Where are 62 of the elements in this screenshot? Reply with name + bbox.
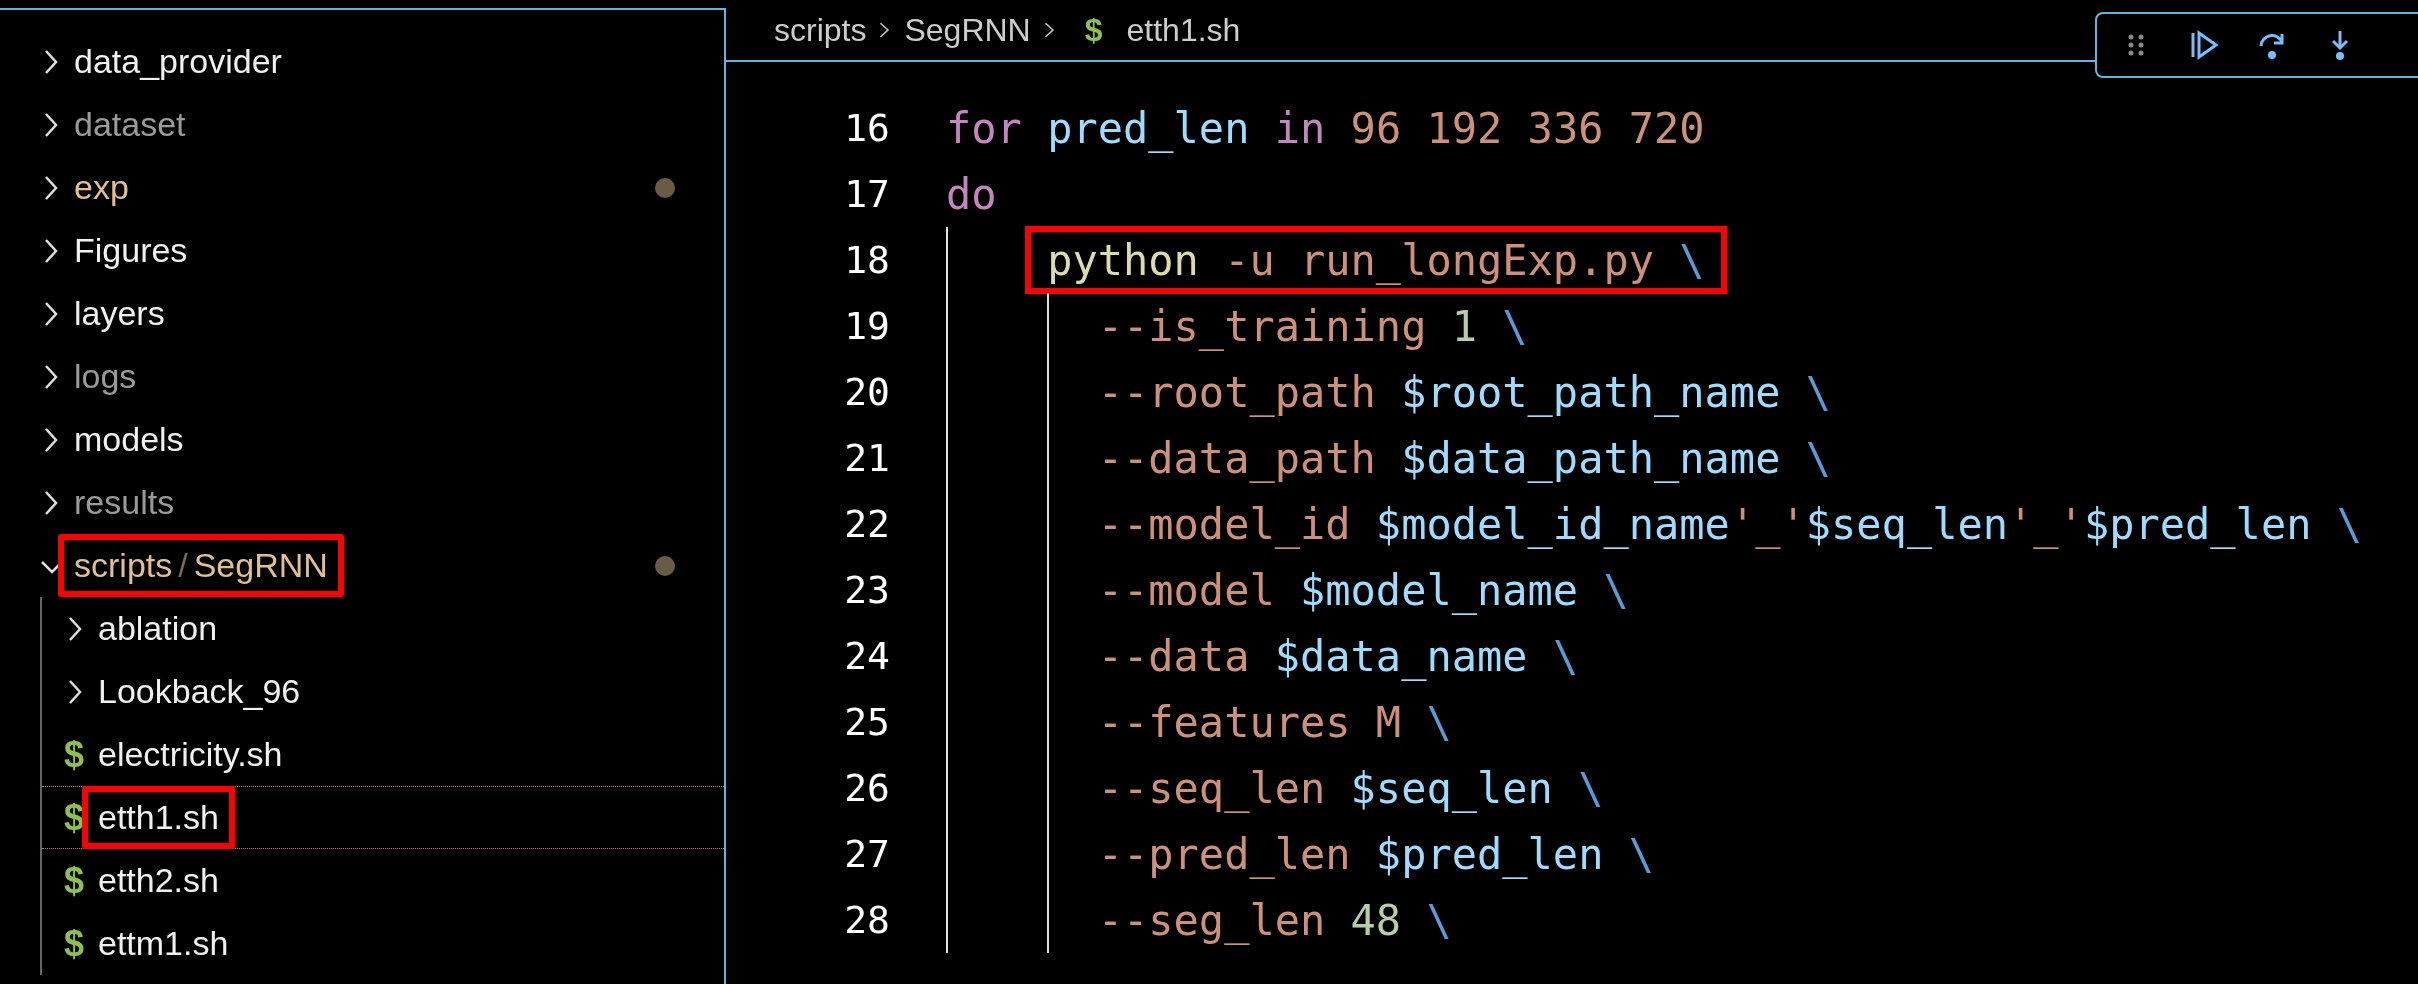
breadcrumb-item[interactable]: SegRNN xyxy=(904,11,1031,49)
code-line: --data $data_name \ xyxy=(1097,631,1579,681)
folder-name[interactable]: data_provider xyxy=(74,42,282,81)
line-number: 25 xyxy=(843,700,891,744)
tree-row[interactable]: exp xyxy=(0,156,724,219)
code-line: --is_training 1 \ xyxy=(1097,301,1528,351)
code-line: --model $model_name \ xyxy=(1097,565,1629,615)
line-number: 23 xyxy=(843,568,891,612)
folder-name[interactable]: Lookback_96 xyxy=(98,672,301,711)
tree-row[interactable]: $ ettm1.sh xyxy=(42,912,724,975)
line-number: 26 xyxy=(843,766,891,810)
code-line: --root_path $root_path_name \ xyxy=(1097,367,1831,417)
line-number: 22 xyxy=(843,502,891,546)
tree-row[interactable]: $ etth2.sh xyxy=(42,849,724,912)
shell-file-icon: $ xyxy=(1084,11,1103,49)
folder-name[interactable]: layers xyxy=(74,294,165,333)
code-line: --pred_len $pred_len \ xyxy=(1097,829,1654,879)
tree-row[interactable]: Lookback_96 xyxy=(42,660,724,723)
breadcrumb-item[interactable]: etth1.sh xyxy=(1126,11,1241,49)
tree-row[interactable]: Figures xyxy=(0,219,724,282)
folder-name[interactable]: Figures xyxy=(74,231,188,270)
path-separator: / xyxy=(178,546,188,585)
tree-row[interactable]: layers xyxy=(0,282,724,345)
line-number: 27 xyxy=(843,832,891,876)
breadcrumb-item[interactable]: scripts xyxy=(774,11,867,49)
line-number: 21 xyxy=(843,436,891,480)
tree-row[interactable]: $ etth1.sh xyxy=(42,786,724,849)
file-name[interactable]: etth1.sh xyxy=(98,798,219,837)
tree-row[interactable]: dataset xyxy=(0,93,724,156)
line-number: 19 xyxy=(843,304,891,348)
file-name[interactable]: ettm1.sh xyxy=(98,924,229,963)
code-line: --model_id $model_id_name'_'$seq_len'_'$pred_len \ xyxy=(1097,499,2363,549)
line-number: 28 xyxy=(843,898,891,942)
folder-name[interactable]: models xyxy=(74,420,184,459)
code-line: --seq_len $seq_len \ xyxy=(1097,763,1604,813)
folder-name[interactable]: ablation xyxy=(98,609,218,648)
line-number: 17 xyxy=(843,172,891,216)
tree-row[interactable]: models xyxy=(0,408,724,471)
line-number: 24 xyxy=(843,634,891,678)
code-line: --seg_len 48 \ xyxy=(1097,895,1452,945)
tree-row[interactable]: ablation xyxy=(42,597,724,660)
line-number: 18 xyxy=(843,238,891,282)
folder-name[interactable]: exp xyxy=(74,168,129,207)
folder-name[interactable]: scripts xyxy=(74,546,173,585)
tree-row[interactable]: data_provider xyxy=(0,30,724,93)
tree-row[interactable]: $ electricity.sh xyxy=(42,723,724,786)
code-line: python -u run_longExp.py \ xyxy=(1047,235,1705,285)
line-number: 20 xyxy=(843,370,891,414)
tree-row[interactable]: logs xyxy=(0,345,724,408)
code-line: do xyxy=(946,169,997,219)
tree-row[interactable]: results xyxy=(0,471,724,534)
file-name[interactable]: etth2.sh xyxy=(98,861,219,900)
file-name[interactable]: electricity.sh xyxy=(98,735,283,774)
code-line: --features M \ xyxy=(1097,697,1452,747)
code-line: --data_path $data_path_name \ xyxy=(1097,433,1831,483)
folder-name[interactable]: dataset xyxy=(74,105,186,144)
line-number: 16 xyxy=(843,106,891,150)
folder-name[interactable]: SegRNN xyxy=(193,546,328,585)
code-line: for pred_len in 96 192 336 720 xyxy=(946,103,1705,153)
folder-name[interactable]: results xyxy=(74,483,175,522)
tree-row[interactable]: scripts / SegRNN xyxy=(0,534,724,597)
folder-name[interactable]: logs xyxy=(74,357,137,396)
